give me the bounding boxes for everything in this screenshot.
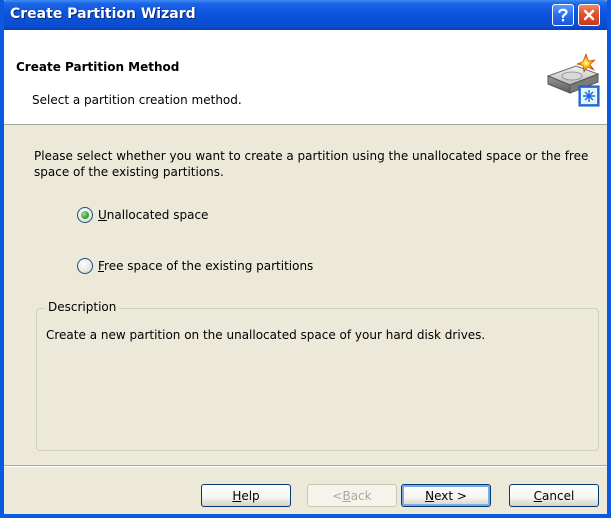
title-bar[interactable]: Create Partition Wizard: [4, 0, 607, 30]
accel-key: C: [533, 488, 543, 503]
page-title: Create Partition Method: [16, 60, 180, 74]
hard-disk-sparkle-icon: [546, 53, 600, 107]
window-title: Create Partition Wizard: [10, 6, 196, 22]
accel-key: N: [425, 488, 435, 503]
next-button[interactable]: Next >: [401, 484, 491, 507]
description-text: Create a new partition on the unallocate…: [46, 328, 486, 342]
radio-button-unselected[interactable]: [77, 258, 93, 274]
question-mark-icon: [558, 8, 568, 22]
radio-selected-dot: [81, 211, 89, 219]
description-groupbox: Description Create a new partition on th…: [36, 300, 599, 451]
button-label: ext >: [434, 488, 467, 503]
help-button[interactable]: Help: [201, 484, 291, 507]
button-label: elp: [241, 488, 260, 503]
help-title-button[interactable]: [552, 4, 574, 26]
close-icon: [583, 9, 595, 21]
button-label: ancel: [542, 488, 575, 503]
close-button[interactable]: [578, 4, 600, 26]
radio-button-selected[interactable]: [77, 207, 93, 223]
wizard-header: Create Partition Method Select a partiti…: [4, 30, 607, 125]
dialog-window: Create Partition Wizard Create Partition…: [0, 0, 611, 518]
label-text: ree space of the existing partitions: [104, 259, 314, 273]
accel-key: U: [98, 208, 107, 222]
back-button[interactable]: < Back: [307, 484, 397, 507]
button-label: ack: [350, 488, 372, 503]
radio-label-unallocated[interactable]: Unallocated space: [98, 208, 208, 222]
radio-unallocated-space[interactable]: Unallocated space: [77, 205, 208, 225]
accel-key: H: [232, 488, 242, 503]
description-legend: Description: [45, 300, 120, 314]
radio-free-space[interactable]: Free space of the existing partitions: [77, 256, 313, 276]
footer-divider: [4, 465, 607, 467]
cancel-button[interactable]: Cancel: [509, 484, 599, 507]
instructions-text: Please select whether you want to create…: [34, 149, 589, 179]
accel-key: B: [342, 488, 351, 503]
label-text: nallocated space: [106, 208, 209, 222]
radio-label-free-space[interactable]: Free space of the existing partitions: [98, 259, 313, 273]
page-subtitle: Select a partition creation method.: [32, 93, 242, 107]
back-arrow: <: [332, 488, 343, 503]
